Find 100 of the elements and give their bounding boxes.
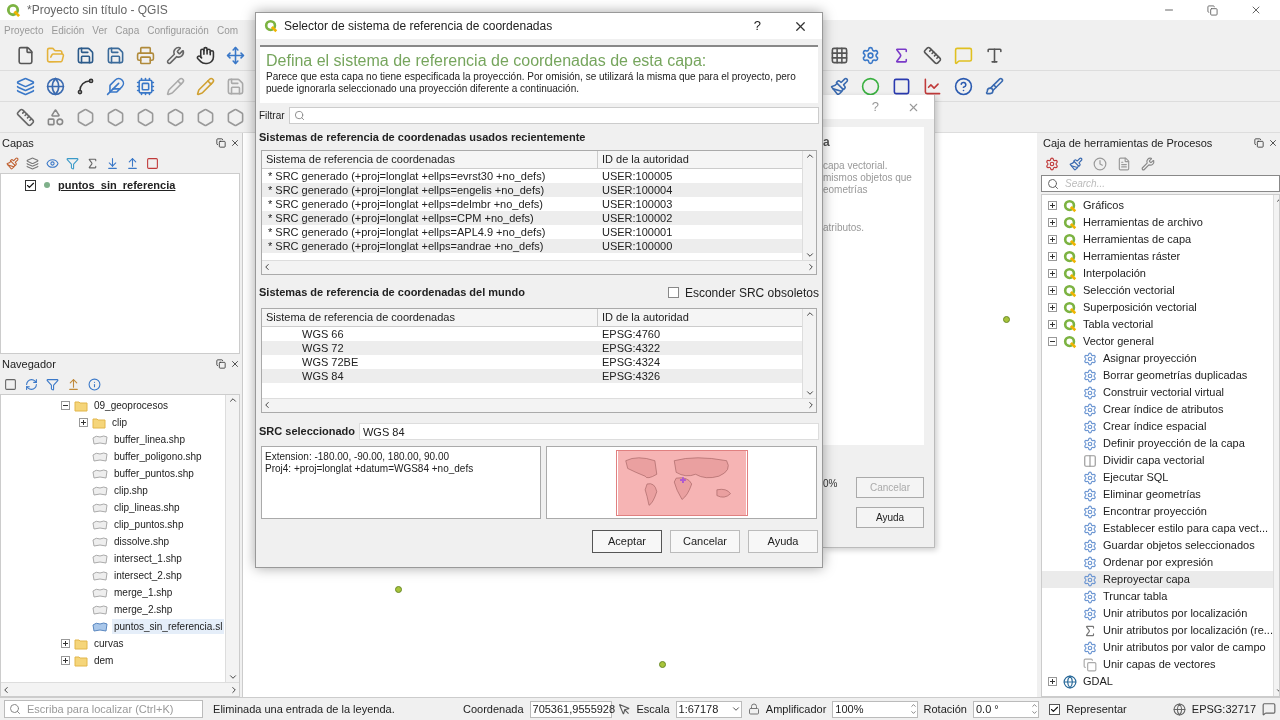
browser-item[interactable]: intersect_1.shp [112, 551, 184, 566]
algorithm-item[interactable]: Encontrar proyección [1042, 503, 1273, 520]
dialog-title: Selector de sistema de referencia de coordenadas [284, 18, 554, 35]
algorithm-item[interactable]: Unir capas de vectores [1042, 656, 1273, 673]
browser-item[interactable]: clip_puntos.shp [112, 517, 186, 532]
column-header[interactable]: Sistema de referencia de coordenadas [262, 150, 598, 168]
dialog-button[interactable]: Ayuda [856, 507, 924, 528]
toolbox-group[interactable]: GDAL [1083, 673, 1113, 690]
section-title: Sistemas de referencia de coordenadas usados recientemente [258, 130, 587, 145]
dialog-button[interactable]: Aceptar [592, 529, 662, 553]
toolbox-group[interactable]: Superposición vectorial [1083, 299, 1197, 316]
dialog-button[interactable]: Ayuda [748, 529, 818, 553]
authority-id: USER:100004 [601, 182, 674, 197]
crs-name: WGS 84 [301, 368, 345, 383]
help-button[interactable]: ? [753, 16, 761, 36]
algorithm-label: Crear índice espacial [1103, 419, 1207, 435]
selected-crs-field[interactable]: WGS 84 [359, 422, 819, 440]
render-label: Representar [1066, 701, 1127, 717]
checkbox-label: Esconder SRC obsoletos [684, 284, 819, 302]
dialog-heading: Defina el sistema de referencia de coordenadas de esta capa: [266, 51, 708, 71]
browser-item[interactable]: dem [92, 653, 116, 668]
scale-label: Escala [636, 701, 670, 717]
text-line: capa vectorial. [823, 160, 889, 172]
algorithm-item[interactable]: Eliminar geometrías [1042, 486, 1273, 503]
window-title: *Proyecto sin título - QGIS [27, 2, 169, 19]
column-header[interactable]: ID de la autoridad [598, 150, 802, 168]
algorithm-item[interactable]: Unir atributos por localización (re... [1042, 622, 1273, 639]
algorithm-label: Encontrar proyección [1103, 504, 1207, 520]
authority-id: EPSG:4324 [601, 354, 662, 369]
panel-title: Navegador [2, 356, 56, 372]
algorithm-item[interactable]: Guardar objetos seleccionados [1042, 537, 1273, 554]
algorithm-item[interactable]: Crear índice de atributos [1042, 401, 1273, 418]
authority-id: USER:100002 [601, 210, 674, 225]
crs-name: WGS 72BE [301, 354, 360, 369]
algorithm-label: Unir capas de vectores [1103, 657, 1216, 673]
algorithm-label: Truncar tabla [1103, 589, 1168, 605]
crs-name: * SRC generado (+proj=longlat +ellps=evrst30 +no_defs) [267, 168, 547, 183]
authority-id: EPSG:4760 [601, 326, 662, 341]
crs-name: * SRC generado (+proj=longlat +ellps=engelis +no_defs) [267, 182, 546, 197]
browser-item[interactable]: merge_1.shp [112, 585, 175, 600]
algorithm-item[interactable]: Borrar geometrías duplicadas [1042, 367, 1273, 384]
authority-id: EPSG:4322 [601, 340, 662, 355]
browser-item[interactable]: curvas [92, 636, 126, 651]
browser-item[interactable]: clip_lineas.shp [112, 500, 182, 515]
section-title: Sistemas de referencia de coordenadas del mundo [259, 285, 525, 301]
toolbox-group[interactable]: Selección vectorial [1083, 282, 1175, 299]
browser-item[interactable]: puntos_sin_referencia.sl [112, 619, 225, 634]
algorithm-item[interactable]: Crear índice espacial [1042, 418, 1273, 435]
algorithm-item[interactable]: Establecer estilo para capa vect... [1042, 520, 1273, 537]
browser-item[interactable]: buffer_poligono.shp [112, 449, 204, 464]
toolbox-group[interactable]: Interpolación [1083, 265, 1146, 282]
crs-detail: Extension: -180.00, -90.00, 180.00, 90.00 [265, 450, 451, 463]
algorithm-label: Definir proyección de la capa [1103, 436, 1245, 452]
algorithm-label: Dividir capa vectorial [1103, 453, 1205, 469]
authority-id: USER:100000 [601, 238, 674, 253]
browser-item[interactable]: dissolve.shp [112, 534, 172, 549]
algorithm-item[interactable]: Unir atributos por valor de campo [1042, 639, 1273, 656]
coordinate-field[interactable]: 705361,9555928 [530, 700, 618, 718]
browser-item[interactable]: buffer_linea.shp [112, 432, 187, 447]
algorithm-item[interactable]: Asignar proyección [1042, 350, 1273, 367]
status-message: Eliminada una entrada de la leyenda. [213, 701, 396, 717]
algorithm-label: Eliminar geometrías [1103, 487, 1201, 503]
browser-item[interactable]: clip [110, 415, 129, 430]
algorithm-item[interactable]: Construir vectorial virtual [1042, 384, 1273, 401]
dialog-heading: a [823, 134, 831, 151]
authority-id: USER:100001 [601, 224, 674, 239]
browser-item[interactable]: clip.shp [112, 483, 150, 498]
algorithm-item[interactable]: Definir proyección de la capa [1042, 435, 1273, 452]
crs-name: WGS 66 [301, 326, 345, 341]
algorithm-item[interactable]: Unir atributos por localización [1042, 605, 1273, 622]
crs-detail: Proj4: +proj=longlat +datum=WGS84 +no_defs [265, 462, 475, 475]
algorithm-label: Reproyectar capa [1103, 572, 1190, 588]
dialog-button[interactable]: Cancelar [670, 529, 740, 553]
layer-name[interactable]: puntos_sin_referencia [58, 176, 176, 194]
algorithm-item[interactable]: Truncar tabla [1042, 588, 1273, 605]
algorithm-item[interactable]: Dividir capa vectorial [1042, 452, 1273, 469]
crs-name: * SRC generado (+proj=longlat +ellps=andrae +no_defs) [267, 238, 545, 253]
toolbox-group[interactable]: Herramientas ráster [1083, 248, 1181, 265]
algorithm-item[interactable]: Ejecutar SQL [1042, 469, 1273, 486]
toolbox-group[interactable]: Tabla vectorial [1083, 316, 1154, 333]
browser-item[interactable]: merge_2.shp [112, 602, 175, 617]
progress-text: 0% [823, 477, 838, 491]
toolbox-group[interactable]: Vector general [1083, 333, 1154, 350]
algorithm-label: Guardar objetos seleccionados [1103, 538, 1255, 554]
browser-item[interactable]: intersect_2.shp [112, 568, 184, 583]
filter-label: Filtrar [259, 109, 285, 123]
toolbox-group[interactable]: Herramientas de capa [1083, 231, 1192, 248]
algorithm-label: Establecer estilo para capa vect... [1103, 521, 1269, 537]
column-header[interactable]: Sistema de referencia de coordenadas [262, 308, 598, 326]
algorithm-item[interactable]: Ordenar por expresión [1042, 554, 1273, 571]
algorithm-item[interactable]: Reproyectar capa [1042, 571, 1273, 588]
browser-item[interactable]: 09_geoprocesos [92, 398, 170, 413]
toolbox-group[interactable]: Gráficos [1083, 197, 1124, 214]
rotation-label: Rotación [923, 701, 967, 717]
toolbox-group[interactable]: Herramientas de archivo [1083, 214, 1203, 231]
column-header[interactable]: ID de la autoridad [598, 308, 802, 326]
crs-button[interactable]: EPSG:32717 [1191, 700, 1256, 718]
crs-name: * SRC generado (+proj=longlat +ellps=APL4.9 +no_defs) [267, 224, 547, 239]
browser-item[interactable]: buffer_puntos.shp [112, 466, 196, 481]
magnifier-label: Amplificador [765, 701, 827, 717]
